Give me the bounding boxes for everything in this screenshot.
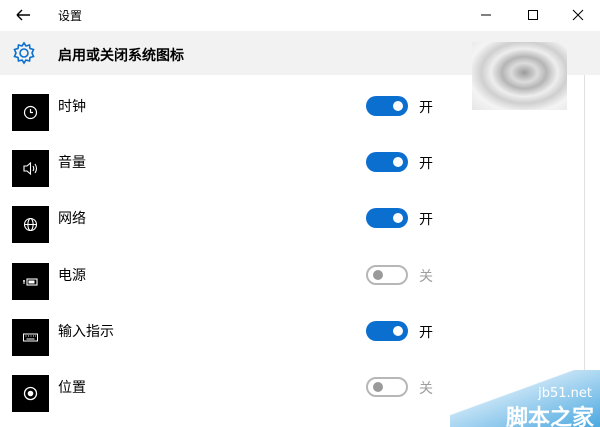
minimize-button[interactable]	[463, 0, 509, 31]
setting-label: 网络	[58, 211, 86, 227]
volume-icon	[23, 161, 38, 176]
toggle-state: 开	[419, 212, 433, 228]
watermark: jb51.net 脚本之家	[450, 370, 600, 427]
keyboard-icon-tile	[12, 319, 49, 356]
volume-icon-tile	[12, 150, 49, 187]
back-arrow-icon	[16, 9, 30, 21]
toggle-state: 开	[419, 325, 433, 341]
gear-icon	[13, 41, 35, 65]
toggle-state: 开	[419, 100, 433, 116]
setting-label: 音量	[58, 155, 86, 171]
maximize-button[interactable]	[510, 0, 556, 31]
battery-icon	[23, 278, 38, 286]
setting-row-input-indicator: 输入指示 开	[0, 319, 584, 359]
input-indicator-toggle[interactable]	[366, 321, 408, 341]
clock-icon-tile	[12, 94, 49, 131]
toggle-knob	[393, 326, 403, 336]
close-icon	[572, 9, 584, 21]
toggle-state: 开	[419, 156, 433, 172]
setting-row-network: 网络 开	[0, 206, 584, 246]
setting-row-power: 电源 关	[0, 263, 584, 303]
setting-row-clock: 时钟 开	[0, 94, 584, 134]
watermark-url: jb51.net	[538, 386, 592, 401]
location-icon-tile	[12, 375, 49, 412]
watermark-site: 脚本之家	[505, 406, 594, 427]
title-bar: 设置	[0, 0, 600, 31]
power-toggle[interactable]	[366, 265, 408, 285]
toggle-knob	[373, 382, 383, 392]
page-title: 启用或关闭系统图标	[58, 48, 184, 64]
setting-label: 位置	[58, 380, 86, 396]
setting-label: 时钟	[58, 99, 86, 115]
keyboard-icon	[23, 333, 38, 342]
globe-icon-tile	[12, 206, 49, 243]
setting-row-volume: 音量 开	[0, 150, 584, 190]
setting-label: 输入指示	[58, 324, 114, 340]
battery-icon-tile	[12, 263, 49, 300]
window-title: 设置	[58, 9, 83, 23]
back-button[interactable]	[10, 4, 36, 26]
network-toggle[interactable]	[366, 208, 408, 228]
globe-icon	[23, 217, 38, 232]
toggle-state: 关	[419, 269, 433, 285]
toggle-state: 关	[419, 381, 433, 397]
location-icon	[23, 386, 38, 401]
clock-icon	[23, 105, 38, 120]
clock-toggle[interactable]	[366, 96, 408, 116]
volume-toggle[interactable]	[366, 152, 408, 172]
toggle-knob	[393, 157, 403, 167]
setting-label: 电源	[58, 268, 86, 284]
toggle-knob	[373, 270, 383, 280]
minimize-icon	[481, 14, 491, 16]
location-toggle[interactable]	[366, 377, 408, 397]
toggle-knob	[393, 101, 403, 111]
toggle-knob	[393, 213, 403, 223]
close-button[interactable]	[555, 0, 600, 31]
maximize-icon	[528, 10, 538, 20]
